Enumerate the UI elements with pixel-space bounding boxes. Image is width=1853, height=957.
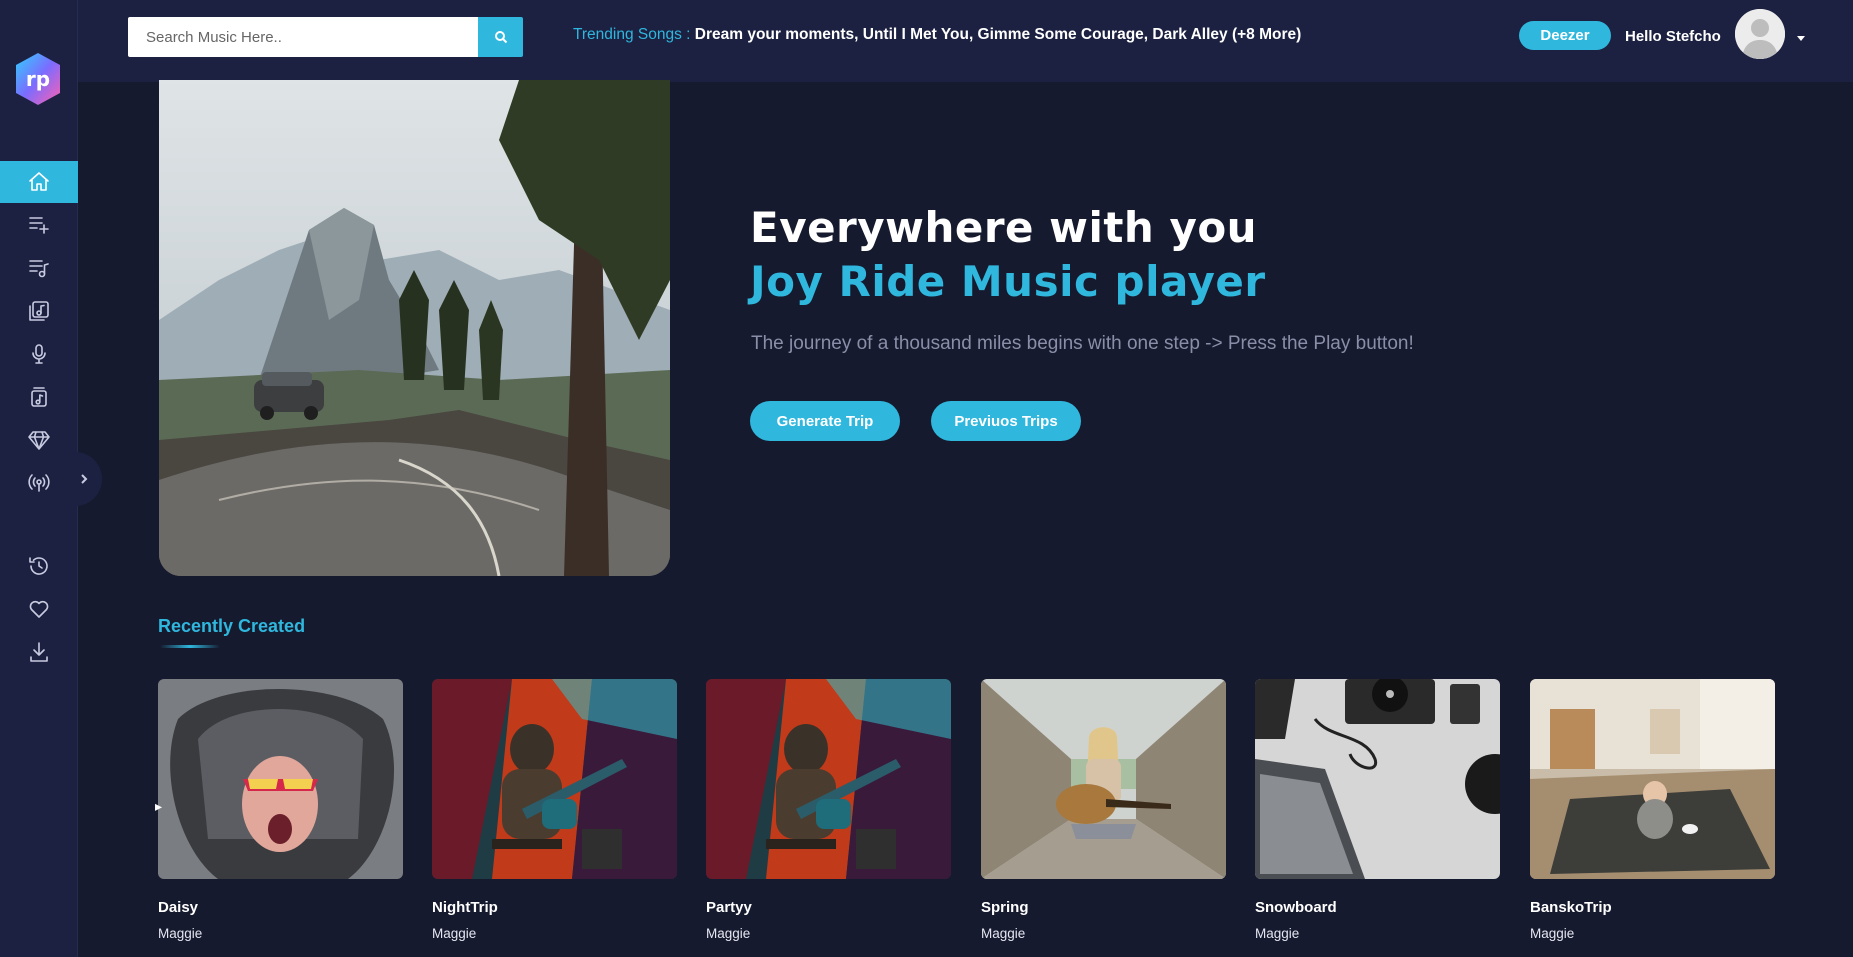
playlist-artist: Maggie [158,926,203,941]
heart-icon [29,600,49,618]
user-menu-caret-icon[interactable] [1797,36,1805,41]
trending-song-list[interactable]: Dream your moments, Until I Met You, Gim… [695,26,1302,43]
playlist-thumbnail[interactable] [1530,679,1775,879]
hero-image [159,80,670,576]
generate-trip-button[interactable]: Generate Trip [750,401,900,441]
svg-text:rp: rp [26,67,50,91]
carousel-prev-icon[interactable]: ▸ [155,799,162,815]
album-icon [29,301,49,321]
playlist-thumbnail[interactable] [432,679,677,879]
playlist-artist: Maggie [432,926,477,941]
sidebar-item-add-playlist[interactable] [0,203,78,245]
diamond-icon [28,431,50,450]
home-icon [29,172,49,191]
playlist-card[interactable]: BanskoTrip Maggie [1530,679,1775,941]
playlist-card[interactable]: Partyy Maggie [706,679,951,941]
top-header: Trending Songs : Dream your moments, Unt… [78,0,1853,82]
playlist-thumbnail[interactable] [981,679,1226,879]
playlist-icon [29,260,49,278]
search-icon [494,31,507,44]
history-icon [29,557,48,575]
sidebar-item-songs[interactable] [0,376,78,418]
user-greeting: Hello Stefcho [1625,28,1721,45]
playlist-artist: Maggie [1255,926,1300,941]
broadcast-icon [28,474,50,492]
sidebar-item-artists[interactable] [0,333,78,375]
playlist-artist: Maggie [1530,926,1575,941]
playlist-card[interactable]: Daisy Maggie [158,679,403,941]
search-button[interactable] [478,17,523,57]
previous-trips-button[interactable]: Previuos Trips [931,401,1081,441]
hero-title-line2: Joy Ride Music player [750,257,1266,306]
playlist-thumbnail[interactable] [1255,679,1500,879]
sidebar-item-history[interactable] [0,545,78,587]
playlist-card[interactable]: NightTrip Maggie [432,679,677,941]
playlist-thumbnail[interactable] [706,679,951,879]
avatar[interactable] [1735,9,1785,59]
sidebar-item-home[interactable] [0,161,78,203]
add-playlist-icon [29,217,49,234]
playlist-card[interactable]: Spring Maggie [981,679,1226,941]
user-avatar-icon [1735,9,1785,59]
playlist-name[interactable]: BanskoTrip [1530,899,1775,916]
trending-songs: Trending Songs : Dream your moments, Unt… [573,26,1301,44]
hero-title-line1: Everywhere with you [750,203,1258,252]
sidebar-item-playlists[interactable] [0,247,78,289]
deezer-button[interactable]: Deezer [1519,21,1611,50]
playlist-name[interactable]: Snowboard [1255,899,1500,916]
sidebar-item-favorites[interactable] [0,588,78,630]
playlist-name[interactable]: Partyy [706,899,951,916]
playlist-name[interactable]: Spring [981,899,1226,916]
playlist-thumbnail[interactable] [158,679,403,879]
sidebar-item-albums[interactable] [0,290,78,332]
microphone-icon [32,344,46,364]
hero-subtitle: The journey of a thousand miles begins w… [751,333,1414,354]
playlist-artist: Maggie [981,926,1026,941]
playlist-name[interactable]: NightTrip [432,899,677,916]
section-title: Recently Created [158,616,306,636]
playlist-artist: Maggie [706,926,751,941]
section-underline [160,645,220,648]
sidebar-item-downloads[interactable] [0,631,78,673]
sidebar-expand-button[interactable] [66,452,102,506]
download-icon [30,642,48,662]
app-logo[interactable]: rp [13,52,63,106]
trending-label: Trending Songs : [573,26,691,43]
chevron-right-icon [81,474,88,484]
playlist-name[interactable]: Daisy [158,899,403,916]
playlist-card[interactable]: Snowboard Maggie [1255,679,1500,941]
music-note-icon [31,387,47,407]
search-input[interactable] [128,17,478,57]
